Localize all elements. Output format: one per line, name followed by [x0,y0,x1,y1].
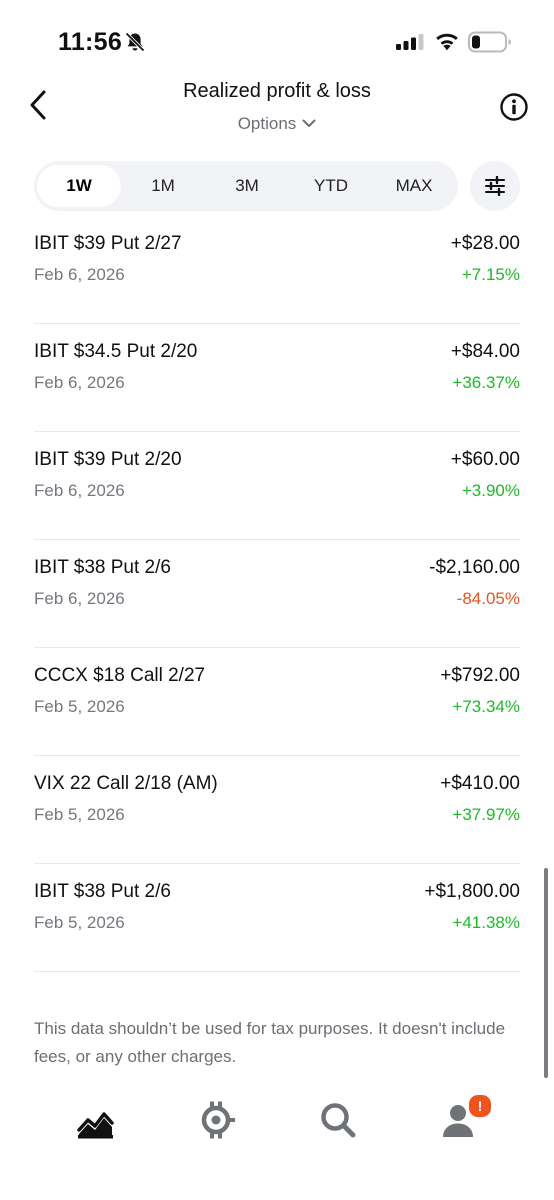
chevron-down-icon [302,119,316,127]
pnl-percent: +36.37% [452,373,520,392]
list-item[interactable]: IBIT $39 Put 2/27 Feb 6, 2026 +$28.00 +7… [34,216,520,324]
pnl-amount: +$28.00 [450,233,520,254]
contract-name: IBIT $39 Put 2/27 [34,233,182,254]
pnl-percent: +37.97% [452,805,520,824]
trade-date: Feb 5, 2026 [34,913,125,932]
options-dropdown[interactable]: Options [0,114,554,134]
pnl-amount: +$410.00 [440,773,520,794]
filter-button[interactable] [470,161,520,211]
list-item[interactable]: IBIT $34.5 Put 2/20 Feb 6, 2026 +$84.00 … [34,324,520,432]
realized-pnl-list: IBIT $39 Put 2/27 Feb 6, 2026 +$28.00 +7… [34,216,520,972]
trade-date: Feb 6, 2026 [34,373,125,392]
pnl-amount: +$792.00 [440,665,520,686]
trade-date: Feb 6, 2026 [34,589,125,608]
trade-date: Feb 6, 2026 [34,265,125,284]
tab-max[interactable]: MAX [373,165,455,207]
trade-date: Feb 5, 2026 [34,805,125,824]
options-dropdown-label: Options [237,114,297,133]
portfolio-chart-icon[interactable] [76,1100,116,1140]
trade-date: Feb 5, 2026 [34,697,125,716]
tab-1w[interactable]: 1W [37,165,121,207]
tab-3m[interactable]: 3M [205,165,289,207]
pnl-amount: +$1,800.00 [424,881,520,902]
list-item[interactable]: IBIT $38 Put 2/6 Feb 5, 2026 +$1,800.00 … [34,864,520,972]
pnl-percent: +3.90% [461,481,520,500]
page-title: Realized profit & loss [183,80,371,102]
time-range-tabs: 1W 1M 3M YTD MAX [34,161,458,211]
cellular-signal-icon [396,34,424,50]
pnl-percent: +73.34% [452,697,520,716]
contract-name: CCCX $18 Call 2/27 [34,665,206,686]
contract-name: VIX 22 Call 2/18 (AM) [34,773,218,794]
tab-1m[interactable]: 1M [121,165,205,207]
wifi-icon [436,33,458,51]
trade-date: Feb 6, 2026 [34,481,125,500]
notification-badge: ! [467,1093,493,1119]
pnl-percent: +41.38% [452,913,520,932]
pnl-amount: -$2,160.00 [429,557,520,578]
scrollbar[interactable] [544,868,548,1078]
contract-name: IBIT $38 Put 2/6 [34,557,171,578]
contract-name: IBIT $38 Put 2/6 [34,881,171,902]
pnl-percent: -84.05% [456,589,520,608]
silent-bell-icon [125,32,145,52]
pnl-amount: +$84.00 [450,341,520,362]
pnl-amount: +$60.00 [450,449,520,470]
info-icon[interactable] [499,92,529,122]
status-time: 11:56 [58,28,123,56]
contract-name: IBIT $34.5 Put 2/20 [34,341,198,362]
list-item[interactable]: VIX 22 Call 2/18 (AM) Feb 5, 2026 +$410.… [34,756,520,864]
crypto-icon[interactable] [196,1100,236,1140]
list-item[interactable]: IBIT $39 Put 2/20 Feb 6, 2026 +$60.00 +3… [34,432,520,540]
battery-icon [468,31,511,53]
tax-disclaimer: This data shouldn’t be used for tax purp… [34,1019,506,1066]
tab-ytd[interactable]: YTD [289,165,373,207]
search-icon[interactable] [318,1100,358,1140]
list-item[interactable]: IBIT $38 Put 2/6 Feb 6, 2026 -$2,160.00 … [34,540,520,648]
pnl-percent: +7.15% [461,265,520,284]
sliders-icon [485,176,505,196]
contract-name: IBIT $39 Put 2/20 [34,449,182,470]
list-item[interactable]: CCCX $18 Call 2/27 Feb 5, 2026 +$792.00 … [34,648,520,756]
